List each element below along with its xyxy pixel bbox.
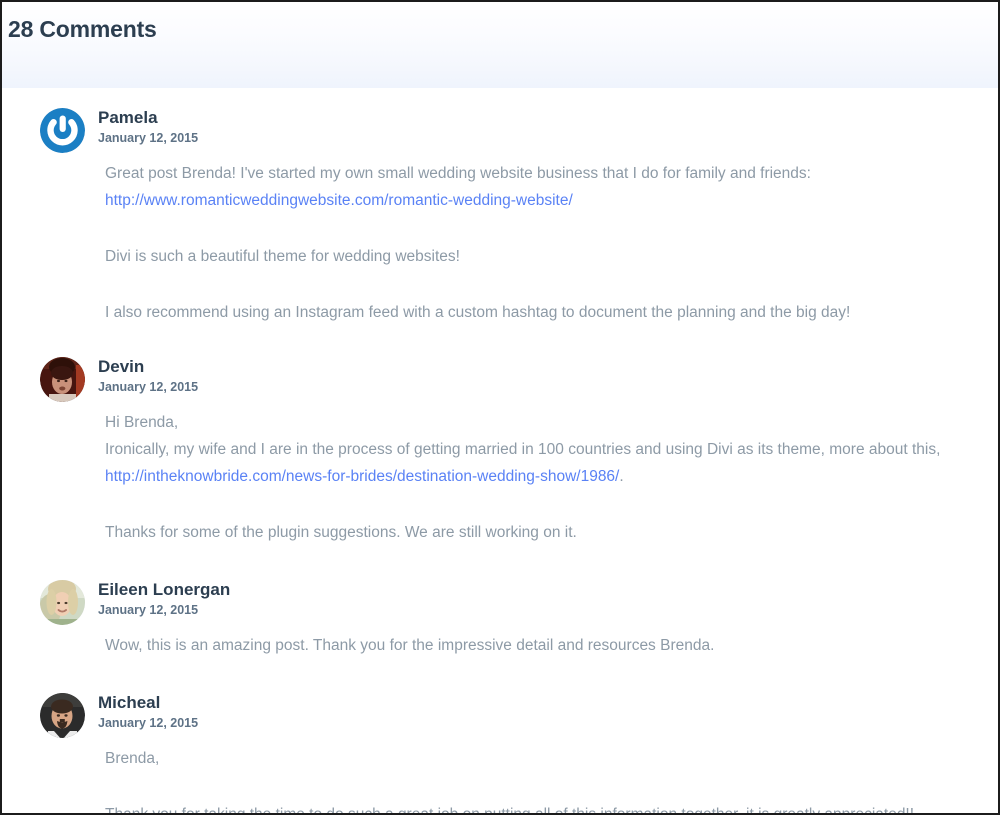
comment-body: Hi Brenda, Ironically, my wife and I are…	[14, 403, 978, 546]
comment-item: Devin January 12, 2015 Hi Brenda, Ironic…	[14, 355, 998, 546]
power-logo-avatar	[40, 108, 85, 153]
comment-author[interactable]: Eileen Lonergan	[98, 579, 230, 600]
comments-page: 28 Comments Pamela January 12, 2015 Grea…	[0, 0, 1000, 815]
comment-paragraph-link: http://intheknowbride.com/news-for-bride…	[105, 463, 954, 490]
comment-paragraph: Ironically, my wife and I are in the pro…	[105, 441, 941, 458]
photo-avatar-devin	[40, 357, 85, 402]
comment-paragraph: I also recommend using an Instagram feed…	[105, 304, 851, 321]
comment-paragraph-link: http://www.romanticweddingwebsite.com/ro…	[105, 187, 954, 214]
comment-item: Pamela January 12, 2015 Great post Brend…	[14, 106, 998, 326]
comment-body: Great post Brenda! I've started my own s…	[14, 154, 978, 326]
comment-header: Pamela January 12, 2015	[14, 106, 978, 154]
comment-date: January 12, 2015	[98, 603, 199, 617]
comment-meta: Micheal January 12, 2015	[85, 691, 198, 731]
comment-date: January 12, 2015	[98, 131, 199, 145]
comment-paragraph: Thank you for taking the time to do such…	[105, 806, 915, 815]
comment-date: January 12, 2015	[98, 716, 199, 730]
comment-link[interactable]: http://intheknowbride.com/news-for-bride…	[105, 468, 619, 485]
comment-item: Micheal January 12, 2015 Brenda, Thank y…	[14, 691, 998, 815]
photo-avatar-micheal	[40, 693, 85, 738]
comment-meta: Pamela January 12, 2015	[85, 106, 198, 146]
comment-list: Pamela January 12, 2015 Great post Brend…	[14, 88, 998, 815]
comment-link[interactable]: http://www.romanticweddingwebsite.com/ro…	[105, 192, 573, 209]
comments-header: 28 Comments	[2, 2, 998, 88]
link-trailing-period: .	[619, 468, 624, 485]
comment-header: Micheal January 12, 2015	[14, 691, 978, 739]
comment-paragraph: Great post Brenda! I've started my own s…	[105, 165, 811, 182]
comment-paragraph: Hi Brenda,	[105, 414, 179, 431]
comment-body: Wow, this is an amazing post. Thank you …	[14, 626, 978, 659]
comment-date: January 12, 2015	[98, 380, 199, 394]
comment-meta: Eileen Lonergan January 12, 2015	[85, 578, 230, 618]
comment-paragraph: Wow, this is an amazing post. Thank you …	[105, 637, 715, 654]
comment-meta: Devin January 12, 2015	[85, 355, 198, 395]
comment-header: Eileen Lonergan January 12, 2015	[14, 578, 978, 626]
comment-item: Eileen Lonergan January 12, 2015 Wow, th…	[14, 578, 998, 659]
comment-header: Devin January 12, 2015	[14, 355, 978, 403]
comment-paragraph: Divi is such a beautiful theme for weddi…	[105, 248, 460, 265]
comment-body: Brenda, Thank you for taking the time to…	[14, 739, 978, 815]
comment-paragraph: Brenda,	[105, 750, 160, 767]
comment-author[interactable]: Micheal	[98, 692, 198, 713]
comment-author[interactable]: Devin	[98, 356, 198, 377]
comment-paragraph: Thanks for some of the plugin suggestion…	[105, 524, 577, 541]
page-title: 28 Comments	[8, 16, 157, 42]
photo-avatar-eileen	[40, 580, 85, 625]
comment-author[interactable]: Pamela	[98, 107, 198, 128]
